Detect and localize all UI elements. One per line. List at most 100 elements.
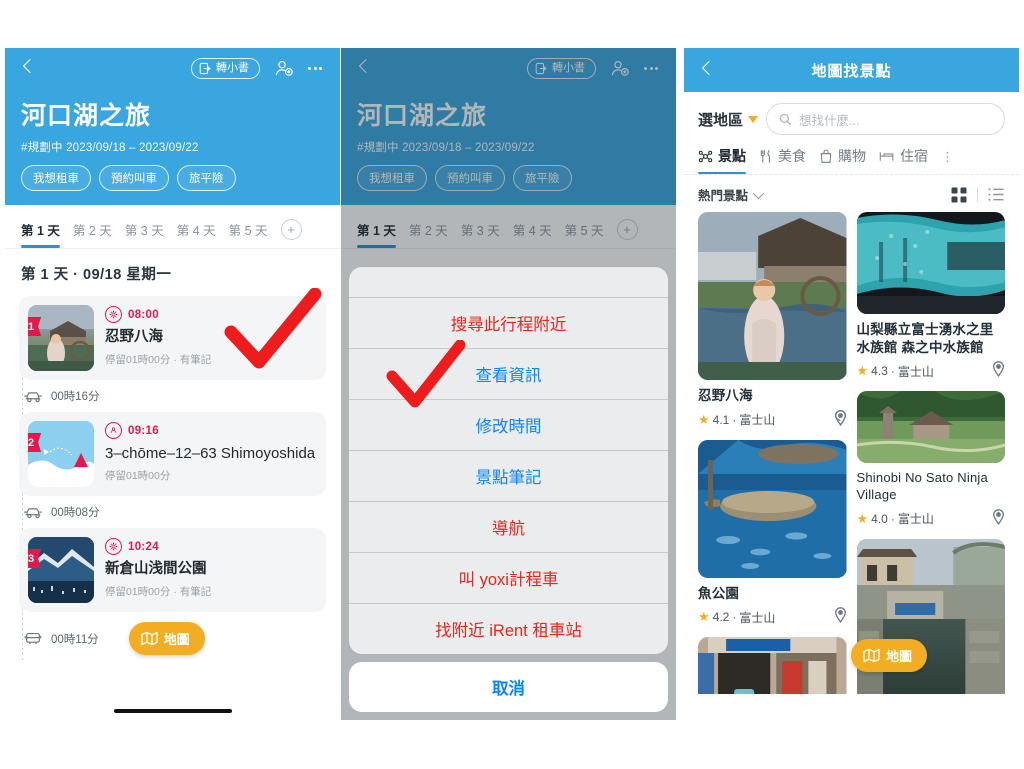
stop-thumbnail: 1 <box>28 305 94 371</box>
place-name: 魚公園 <box>698 585 740 601</box>
transit-duration: 00時16分 <box>51 391 100 403</box>
action-view-info[interactable]: 查看資訊 <box>349 348 668 399</box>
place-image <box>698 212 847 380</box>
more-options-icon[interactable] <box>304 66 326 70</box>
place-card[interactable]: 魚公園 ★ 4.2 · 富士山 <box>698 439 847 629</box>
back-button[interactable] <box>19 57 41 79</box>
tab-lodging-label: 住宿 <box>900 148 928 164</box>
map-fab-button[interactable]: 地圖 <box>850 639 927 672</box>
chevron-down-icon <box>752 187 765 199</box>
tab-lodging[interactable]: 住宿 <box>879 146 928 174</box>
convert-to-book-button[interactable]: 轉小書 <box>191 57 260 79</box>
day-heading: 第 1 天 · 09/18 星期一 <box>21 267 172 283</box>
day-tab-3[interactable]: 第 3 天 <box>125 220 164 248</box>
place-area: 富士山 <box>739 413 776 428</box>
region-selector[interactable]: 選地區 <box>698 109 759 130</box>
place-card[interactable]: 山梨縣立富士湧水之里水族館 森之中水族館 ★ 4.3 · 富士山 <box>856 212 1005 382</box>
map-pin-icon[interactable] <box>834 606 847 628</box>
trip-dates: #規劃中 2023/09/18 – 2023/09/22 <box>21 142 199 154</box>
add-user-icon[interactable] <box>272 58 296 78</box>
shopping-bag-icon <box>820 149 832 163</box>
grid-view-icon <box>951 187 967 202</box>
phone-panel-action-sheet: 轉小書 河口湖之旅 #規劃中 2023/09/18 – 2023/09/22 我… <box>341 48 676 720</box>
back-button[interactable] <box>698 59 720 81</box>
itinerary-stop-3[interactable]: 3 10:24 新倉山浅間公園 停留01時00分 · 有筆記 <box>19 528 326 612</box>
place-name: 忍野八海 <box>698 388 753 403</box>
map-fab-label: 地圖 <box>885 649 912 664</box>
map-pin-icon[interactable] <box>834 409 847 431</box>
tab-food[interactable]: 美食 <box>759 146 806 174</box>
place-image <box>698 439 847 578</box>
place-rating: ★ 4.0 · 富士山 <box>856 510 934 527</box>
search-placeholder: 想找什麼... <box>799 113 860 128</box>
stop-time: 08:00 <box>128 308 159 321</box>
action-place-notes[interactable]: 景點筆記 <box>349 450 668 501</box>
tab-food-label: 美食 <box>778 148 806 164</box>
explore-title: 地圖找景點 <box>811 62 892 80</box>
car-icon <box>24 507 42 518</box>
map-pin-icon[interactable] <box>992 508 1005 530</box>
itinerary-stop-2[interactable]: 2 09:16 3–chōme–12–63 Shimoyoshida 停留01時… <box>19 412 326 496</box>
place-image <box>698 637 847 694</box>
car-icon <box>24 391 42 402</box>
map-fab-button[interactable]: 地圖 <box>128 622 205 655</box>
day-tab-bar: 第 1 天 第 2 天 第 3 天 第 4 天 第 5 天 + <box>5 205 340 248</box>
stop-meta: 停留01時00分 <box>105 470 171 483</box>
stop-thumbnail: 3 <box>28 537 94 603</box>
sort-selector[interactable]: 熱門景點 <box>698 185 765 204</box>
list-view-icon <box>988 188 1004 201</box>
transit-segment-2[interactable]: 00時08分 <box>23 504 326 520</box>
place-name: Shinobi No Sato Ninja Village <box>856 470 988 502</box>
stop-time: 10:24 <box>128 540 159 553</box>
star-icon: ★ <box>856 510 869 526</box>
explore-header: 地圖找景點 <box>684 48 1019 92</box>
place-card[interactable]: Hannokibayashi Folk Museum ★ 4.1 · 富士山 <box>698 637 847 694</box>
day-tab-5[interactable]: 第 5 天 <box>229 220 268 248</box>
bus-icon <box>24 632 42 644</box>
place-card[interactable]: Shinobi No Sato Ninja Village ★ 4.0 · 富士… <box>856 391 1005 530</box>
explore-sort-row: 熱門景點 <box>684 175 1019 212</box>
day-tab-1[interactable]: 第 1 天 <box>21 220 60 248</box>
rating-value: 4.2 <box>712 610 730 625</box>
place-card-grid: 忍野八海 ★ 4.1 · 富士山 魚公園 ★ 4.2 · 富士山 山梨縣立富士湧… <box>684 212 1019 694</box>
map-pin-icon[interactable] <box>992 360 1005 382</box>
action-edit-time[interactable]: 修改時間 <box>349 399 668 450</box>
action-sheet-cancel[interactable]: 取消 <box>349 662 668 712</box>
tab-shopping[interactable]: 購物 <box>819 146 866 174</box>
transit-segment-3[interactable]: 00時11分 地圖 <box>23 622 326 655</box>
map-fab-label: 地圖 <box>163 632 190 647</box>
action-navigate[interactable]: 導航 <box>349 501 668 552</box>
transit-segment-1[interactable]: 00時16分 <box>23 388 326 404</box>
place-image <box>856 391 1005 464</box>
place-area: 富士山 <box>897 364 934 379</box>
bottom-mask <box>25 694 320 720</box>
chip-insurance[interactable]: 旅平險 <box>177 165 236 191</box>
action-find-irent-station[interactable]: 找附近 iRent 租車站 <box>349 603 668 654</box>
action-call-yoxi-taxi[interactable]: 叫 yoxi計程車 <box>349 552 668 603</box>
transit-duration: 00時08分 <box>51 507 100 519</box>
map-icon <box>141 631 158 646</box>
phone-panel-itinerary: 轉小書 河口湖之旅 #規劃中 2023/09/18 – 2023/09/22 我… <box>5 48 340 720</box>
day-tab-2[interactable]: 第 2 天 <box>73 220 112 248</box>
toggle-divider <box>977 187 978 202</box>
tab-attractions[interactable]: 景點 <box>698 146 746 174</box>
add-day-button[interactable]: + <box>280 219 302 240</box>
convert-to-book-label: 轉小書 <box>216 61 249 74</box>
place-name: 山梨縣立富士湧水之里水族館 森之中水族館 <box>856 322 994 355</box>
caret-down-icon <box>748 115 759 123</box>
tab-attractions-label: 景點 <box>718 148 746 164</box>
chip-book-ride[interactable]: 預約叫車 <box>99 165 169 191</box>
search-input[interactable]: 想找什麼... <box>766 103 1005 135</box>
cutlery-icon <box>760 149 770 163</box>
day-tab-4[interactable]: 第 4 天 <box>177 220 216 248</box>
attraction-time-icon <box>105 538 122 555</box>
chip-rent-car[interactable]: 我想租車 <box>21 165 91 191</box>
place-card[interactable]: 忍野八海 ★ 4.1 · 富士山 <box>698 212 847 431</box>
rating-value: 4.1 <box>712 412 730 427</box>
category-more-icon[interactable]: ⋮ <box>941 149 955 174</box>
action-search-nearby[interactable]: 搜尋此行程附近 <box>349 297 668 348</box>
attraction-time-icon <box>105 306 122 323</box>
stop-name: 忍野八海 <box>105 329 163 345</box>
itinerary-stop-1[interactable]: 1 08:00 忍野八海 停留01時00分 · 有筆記 <box>19 296 326 380</box>
bed-icon <box>879 151 894 161</box>
